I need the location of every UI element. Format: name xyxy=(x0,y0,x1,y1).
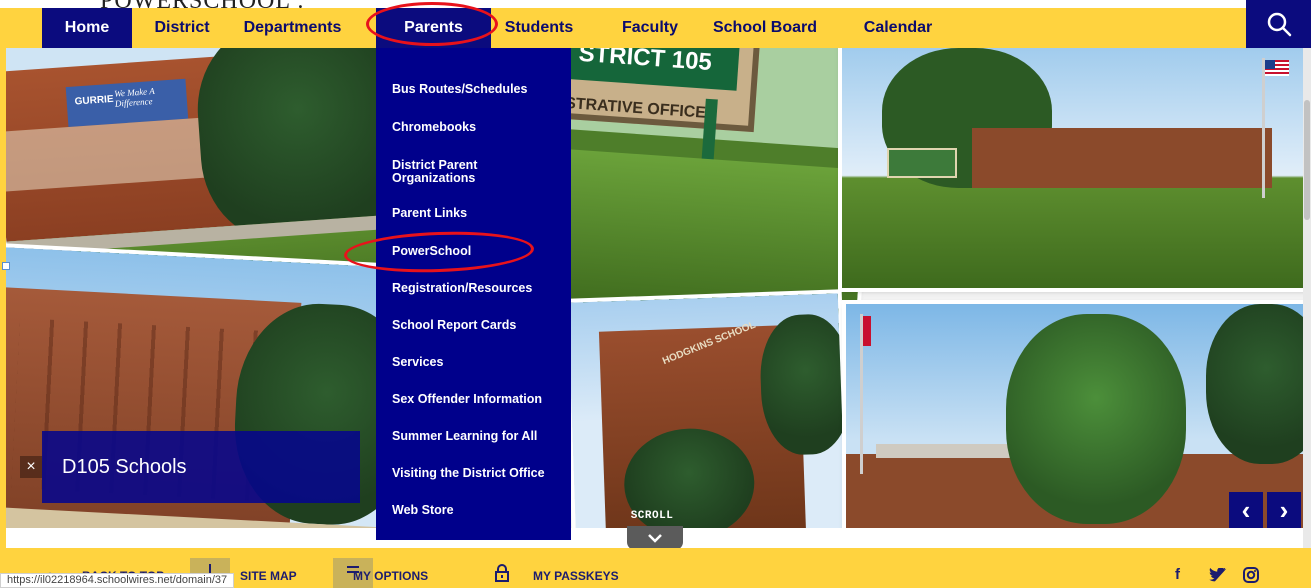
carousel-next-button[interactable]: › xyxy=(1267,492,1301,528)
nav-school-board[interactable]: School Board xyxy=(705,8,825,48)
carousel-prev-button[interactable]: ‹ xyxy=(1229,492,1263,528)
chevron-right-icon: › xyxy=(1279,495,1289,525)
nav-students[interactable]: Students xyxy=(494,8,584,48)
nav-calendar[interactable]: Calendar xyxy=(853,8,943,48)
my-options-label[interactable]: MY OPTIONS xyxy=(353,569,428,583)
caption-title: D105 Schools xyxy=(62,455,187,478)
annotation-circle-parents xyxy=(366,2,498,46)
nav-home[interactable]: Home xyxy=(42,8,132,48)
menu-item-bus-routes[interactable]: Bus Routes/Schedules xyxy=(392,83,567,96)
menu-item-web-store[interactable]: Web Store xyxy=(392,504,567,517)
caption-close-button[interactable]: × xyxy=(20,456,42,478)
menu-item-school-report-cards[interactable]: School Report Cards xyxy=(392,319,567,332)
page-scrollbar-thumb[interactable] xyxy=(1304,100,1310,220)
menu-item-visiting-district-office[interactable]: Visiting the District Office xyxy=(392,467,567,480)
photo-school-flag xyxy=(842,48,1311,288)
facebook-icon[interactable]: f xyxy=(1175,566,1180,583)
scroll-down-button[interactable] xyxy=(627,526,683,550)
search-button[interactable] xyxy=(1246,0,1311,48)
twitter-icon[interactable] xyxy=(1209,567,1227,588)
browser-status-url: https://il02218964.schoolwires.net/domai… xyxy=(0,573,235,588)
chevron-down-icon xyxy=(648,534,662,543)
menu-item-district-parent-organizations[interactable]: District Parent Organizations xyxy=(392,159,512,185)
photo-hodgkins-school: HODGKINS SCHOOL xyxy=(567,293,847,528)
slideshow-caption: D105 Schools xyxy=(42,431,360,503)
my-passkeys-label[interactable]: MY PASSKEYS xyxy=(533,569,619,583)
nav-district[interactable]: District xyxy=(142,8,222,48)
menu-item-services[interactable]: Services xyxy=(392,356,567,369)
site-map-label[interactable]: SITE MAP xyxy=(240,569,297,583)
chevron-left-icon: ‹ xyxy=(1241,495,1251,525)
resize-handle xyxy=(2,262,10,270)
menu-item-summer-learning[interactable]: Summer Learning for All xyxy=(392,430,567,443)
menu-item-sex-offender-information[interactable]: Sex Offender Information xyxy=(392,393,567,406)
parents-dropdown-menu: Bus Routes/Schedules Chromebooks Distric… xyxy=(376,48,571,540)
passkeys-icon-box[interactable] xyxy=(482,558,522,588)
lock-icon xyxy=(495,564,509,582)
menu-item-registration-resources[interactable]: Registration/Resources xyxy=(392,282,567,295)
scroll-label: SCROLL xyxy=(630,510,674,522)
instagram-icon[interactable] xyxy=(1243,567,1259,588)
nav-faculty[interactable]: Faculty xyxy=(610,8,690,48)
search-icon xyxy=(1267,12,1291,37)
menu-item-parent-links[interactable]: Parent Links xyxy=(392,207,567,220)
menu-item-chromebooks[interactable]: Chromebooks xyxy=(392,121,567,134)
nav-departments[interactable]: Departments xyxy=(225,8,360,48)
